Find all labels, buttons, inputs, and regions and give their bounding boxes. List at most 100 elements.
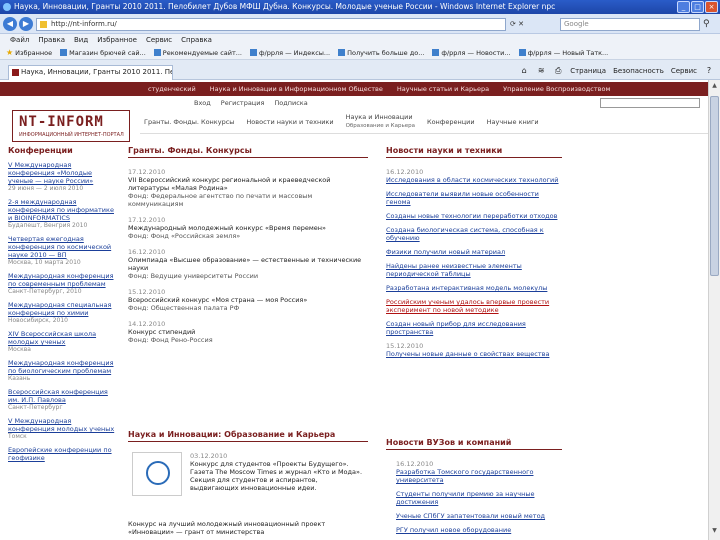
favorite-link[interactable]: ф/ррля — Новый Татк... xyxy=(518,46,608,59)
list-item[interactable]: 17.12.2010 VII Всероссийский конкурс реги… xyxy=(128,168,368,208)
conferences-heading: Конференции xyxy=(8,146,73,155)
topnav-item[interactable]: Научные статьи и Карьера xyxy=(397,85,489,93)
list-item[interactable]: Созданы новые технологии переработки отх… xyxy=(386,212,562,220)
menu-tools[interactable]: Сервис xyxy=(146,34,172,46)
search-input[interactable]: Google xyxy=(560,18,700,31)
login-links: Вход Регистрация Подписка xyxy=(194,99,308,107)
favorite-link[interactable]: Магазин брючей сай... xyxy=(60,46,146,59)
menu-bar: Файл Правка Вид Избранное Сервис Справка xyxy=(0,34,720,46)
logo-tagline: ИНФОРМАЦИОННЫЙ ИНТЕРНЕТ-ПОРТАЛ xyxy=(19,132,124,138)
list-item[interactable]: РГУ получил новое оборудование xyxy=(396,526,566,534)
favorite-link[interactable]: ф/ррля — Новости... xyxy=(432,46,511,59)
list-item[interactable]: 16.12.2010 Разработка Томского государств… xyxy=(396,460,566,484)
topnav-item[interactable]: Наука и Инновации в Информационном Общес… xyxy=(210,85,383,93)
cat-grants[interactable]: Гранты. Фонды. Конкурсы xyxy=(144,118,234,126)
list-item[interactable]: Международная специальная конференция по… xyxy=(8,301,118,324)
list-item[interactable]: XIV Всероссийская школа молодых ученых Мо… xyxy=(8,330,118,353)
login-link[interactable]: Вход xyxy=(194,99,211,107)
list-item[interactable]: Разработана интерактивная модель молекул… xyxy=(386,284,562,292)
conferences-column: Конференции V Международная конференция … xyxy=(8,146,118,468)
list-item[interactable]: Четвертая ежегодная конференция по косми… xyxy=(8,235,118,266)
page-icon xyxy=(40,21,47,28)
list-item[interactable]: Найдены ранее неизвестные элементы перио… xyxy=(386,262,562,278)
scroll-thumb[interactable] xyxy=(710,96,719,276)
favorites-bar: ★ Избранное Магазин брючей сай... Рекомен… xyxy=(0,46,720,60)
favicon-icon xyxy=(518,49,526,56)
favorite-link[interactable]: ф/ррля — Индексы... xyxy=(249,46,330,59)
print-icon[interactable]: ⎙ xyxy=(553,65,563,75)
list-item[interactable]: Физики получили новый материал xyxy=(386,248,562,256)
list-item[interactable]: V Международная конференция молодых учен… xyxy=(8,417,118,440)
topnav-item[interactable]: студенческий xyxy=(148,85,196,93)
favorites-button[interactable]: ★ Избранное xyxy=(6,46,52,59)
page-viewport: студенческий Наука и Инновации в Информа… xyxy=(0,80,708,540)
list-item[interactable]: 14.12.2010 Конкурс стипендий Фонд: Фонд Ре… xyxy=(128,320,368,344)
list-item[interactable]: V Международная конференция «Молодые уче… xyxy=(8,161,118,192)
topnav-item[interactable]: Управление Воспроизводством xyxy=(503,85,610,93)
news-heading[interactable]: Новости науки и техники xyxy=(386,146,562,158)
list-item[interactable]: 15.12.2010 Получены новые данные о свойст… xyxy=(386,342,562,358)
list-item[interactable]: 16.12.2010 Исследования в области космиче… xyxy=(386,168,562,184)
menu-edit[interactable]: Правка xyxy=(38,34,65,46)
page-menu[interactable]: Страница xyxy=(570,65,606,77)
tab-favicon-icon xyxy=(12,69,19,76)
subscribe-link[interactable]: Подписка xyxy=(274,99,307,107)
url-input[interactable]: http://nt-inform.ru/ xyxy=(36,18,506,31)
cat-books[interactable]: Научные книги xyxy=(487,118,539,126)
window-titlebar: Наука, Инновации, Гранты 2010 2011. Пело… xyxy=(0,0,720,14)
list-item[interactable]: Ученые СПбГУ запатентовали новый метод xyxy=(396,512,566,520)
list-item[interactable]: Европейские конференции по геофизике xyxy=(8,446,118,462)
maximize-button[interactable]: □ xyxy=(691,1,704,13)
list-item[interactable]: 17.12.2010 Международный молодежный конку… xyxy=(128,216,368,240)
list-item[interactable]: 2-я международная конференция по информа… xyxy=(8,198,118,229)
vuz-heading[interactable]: Новости ВУЗов и компаний xyxy=(386,438,562,450)
safety-menu[interactable]: Безопасность xyxy=(613,65,664,77)
help-icon[interactable]: ? xyxy=(704,65,714,75)
site-logo[interactable]: NT-INFORM ИНФОРМАЦИОННЫЙ ИНТЕРНЕТ-ПОРТАЛ xyxy=(12,110,130,142)
favorite-link[interactable]: Получить больше до... xyxy=(338,46,424,59)
menu-file[interactable]: Файл xyxy=(10,34,29,46)
home-icon[interactable]: ⌂ xyxy=(519,65,529,75)
favicon-icon xyxy=(153,49,161,56)
list-item[interactable]: 16.12.2010 Олимпиада «Высшее образование»… xyxy=(128,248,368,280)
menu-help[interactable]: Справка xyxy=(181,34,212,46)
list-item[interactable]: Международная конференция по биологическ… xyxy=(8,359,118,382)
forward-icon[interactable]: ▶ xyxy=(19,17,33,31)
refresh-icon[interactable]: ⟳ ✕ xyxy=(510,18,536,31)
register-link[interactable]: Регистрация xyxy=(221,99,265,107)
cat-conferences[interactable]: Конференции xyxy=(427,118,475,126)
back-icon[interactable]: ◀ xyxy=(3,17,17,31)
cat-news[interactable]: Новости науки и техники xyxy=(246,118,333,126)
minimize-button[interactable]: _ xyxy=(677,1,690,13)
url-text: http://nt-inform.ru/ xyxy=(51,20,117,28)
list-item[interactable]: Студенты получили премию за научные дост… xyxy=(396,490,566,506)
grants-heading[interactable]: Гранты. Фонды. Конкурсы xyxy=(128,146,368,158)
list-item[interactable]: Российским ученым удалось впервые провес… xyxy=(386,298,562,314)
edu-more-text[interactable]: Конкурс на лучший молодежный инновационн… xyxy=(128,520,368,536)
scroll-up-icon[interactable]: ▲ xyxy=(710,82,719,93)
site-search-input[interactable] xyxy=(600,98,700,108)
browser-tab[interactable]: Наука, Инновации, Гранты 2010 2011. Пело… xyxy=(8,65,173,80)
menu-favorites[interactable]: Избранное xyxy=(97,34,137,46)
category-nav: Гранты. Фонды. Конкурсы Новости науки и … xyxy=(140,110,708,134)
list-item[interactable]: 15.12.2010 Всероссийский конкурс «Моя стр… xyxy=(128,288,368,312)
list-item[interactable]: Создан новый прибор для исследования про… xyxy=(386,320,562,336)
list-item[interactable]: Международная конференция по современным… xyxy=(8,272,118,295)
favorite-link[interactable]: Рекомендуемые сайт... xyxy=(153,46,242,59)
feed-icon[interactable]: ≋ xyxy=(536,65,546,75)
cat-innovation[interactable]: Наука и Инновации Образование и Карьера xyxy=(346,113,415,130)
list-item[interactable]: Исследователи выявили новые особенности … xyxy=(386,190,562,206)
window-title: Наука, Инновации, Гранты 2010 2011. Пело… xyxy=(14,2,556,11)
address-bar: ◀ ▶ http://nt-inform.ru/ ⟳ ✕ Google ⚲ xyxy=(0,14,720,34)
edu-heading[interactable]: Наука и Инновации: Образование и Карьера xyxy=(128,430,368,442)
menu-view[interactable]: Вид xyxy=(74,34,88,46)
page-scrollbar[interactable]: ▲ ▼ xyxy=(708,80,720,540)
favicon-icon xyxy=(432,49,440,56)
list-item[interactable]: Создана биологическая система, способная… xyxy=(386,226,562,242)
edu-text: Конкурс для студентов «Проекты Будущего»… xyxy=(190,460,363,492)
search-icon[interactable]: ⚲ xyxy=(703,18,715,30)
list-item[interactable]: Всероссийская конференция им. И.П. Павло… xyxy=(8,388,118,411)
scroll-down-icon[interactable]: ▼ xyxy=(710,527,719,538)
tools-menu[interactable]: Сервис xyxy=(671,65,697,77)
close-button[interactable]: × xyxy=(705,1,718,13)
